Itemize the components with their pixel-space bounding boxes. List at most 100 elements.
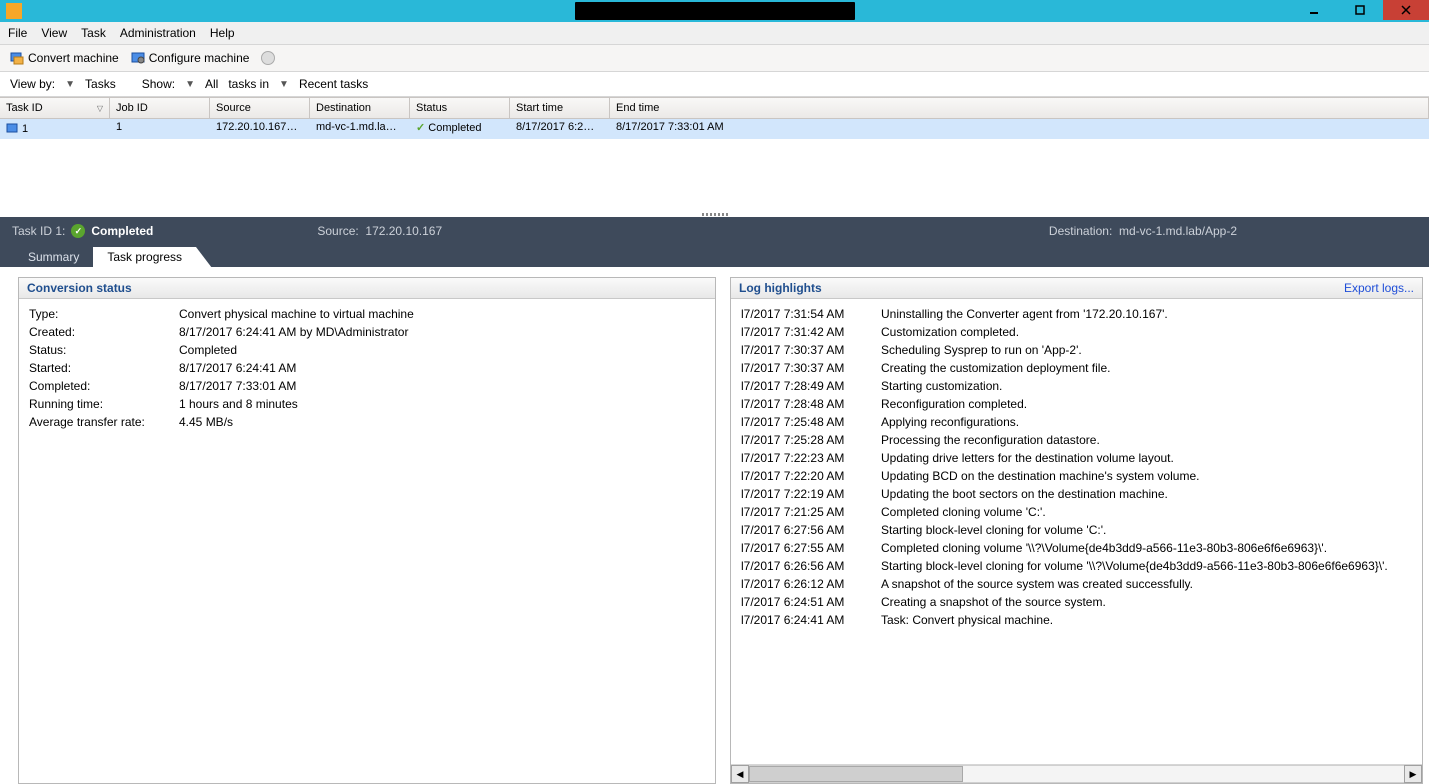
detail-dest-label: Destination: (1049, 224, 1112, 238)
log-entry: l7/2017 6:24:41 AM Task: Convert physical… (731, 611, 1422, 629)
log-entry: l7/2017 6:26:12 AMA snapshot of the sour… (731, 575, 1422, 593)
log-time: l7/2017 6:27:56 AM (741, 523, 851, 537)
horizontal-scrollbar[interactable]: ◀ ▶ (731, 764, 1422, 783)
log-entry: l7/2017 7:31:54 AMUninstalling the Conve… (731, 305, 1422, 323)
export-logs-link[interactable]: Export logs... (1344, 281, 1414, 295)
chevron-down-icon[interactable]: ▼ (185, 79, 195, 90)
log-time: l7/2017 7:28:48 AM (741, 397, 851, 411)
log-list: l7/2017 7:31:54 AMUninstalling the Conve… (731, 299, 1422, 764)
menu-help[interactable]: Help (210, 26, 235, 40)
detail-status: Completed (91, 224, 153, 238)
detail-dest-value: md-vc-1.md.lab/App-2 (1119, 224, 1237, 238)
sort-desc-icon: ▽ (97, 104, 103, 113)
log-entry: l7/2017 7:28:48 AMReconfiguration comple… (731, 395, 1422, 413)
log-highlights-title: Log highlights (739, 281, 822, 295)
task-icon (6, 123, 18, 135)
convert-icon (10, 51, 24, 65)
task-grid-header: Task ID▽ Job ID Source Destination Statu… (0, 97, 1429, 119)
col-source[interactable]: Source (210, 98, 310, 118)
convert-machine-label: Convert machine (28, 51, 119, 65)
log-time: l7/2017 7:25:48 AM (741, 415, 851, 429)
log-message: Updating drive letters for the destinati… (881, 451, 1412, 465)
scroll-thumb[interactable] (749, 766, 963, 782)
col-status[interactable]: Status (410, 98, 510, 118)
chevron-down-icon[interactable]: ▼ (279, 79, 289, 90)
status-complete-icon: ✓ (71, 224, 85, 238)
created-label: Created: (29, 325, 179, 339)
show-value[interactable]: All (205, 77, 218, 91)
log-entry: l7/2017 7:22:20 AM Updating BCD on the de… (731, 467, 1422, 485)
scroll-left-button[interactable]: ◀ (731, 765, 749, 783)
configure-machine-label: Configure machine (149, 51, 250, 65)
window-title (575, 2, 855, 20)
show-label: Show: (142, 77, 175, 91)
log-entry: l7/2017 7:28:49 AM Starting customization… (731, 377, 1422, 395)
minimize-button[interactable] (1291, 0, 1337, 20)
log-time: l7/2017 7:31:42 AM (741, 325, 851, 339)
cell-task-id: 1 (22, 123, 28, 135)
tab-summary[interactable]: Summary (14, 247, 93, 267)
log-entry: l7/2017 6:26:56 AMStarting block-level c… (731, 557, 1422, 575)
titlebar[interactable] (0, 0, 1429, 22)
menu-view[interactable]: View (41, 26, 67, 40)
detail-tabs: Summary Task progress (0, 245, 1429, 267)
log-message: Starting customization. (881, 379, 1412, 393)
log-entry: l7/2017 7:25:28 AMProcessing the reconfi… (731, 431, 1422, 449)
menu-file[interactable]: File (8, 26, 27, 40)
tab-task-progress[interactable]: Task progress (93, 247, 196, 267)
log-message: Updating BCD on the destination machine'… (881, 469, 1412, 483)
task-grid-body: 1 1 172.20.10.167… md-vc-1.md.la… ✓ Comp… (0, 119, 1429, 211)
scroll-track[interactable] (749, 765, 1404, 783)
type-label: Type: (29, 307, 179, 321)
log-message: Creating a snapshot of the source system… (881, 595, 1412, 609)
menu-administration[interactable]: Administration (120, 26, 196, 40)
conversion-status-panel: Conversion status Type:Convert physical … (18, 277, 716, 784)
col-start-time[interactable]: Start time (510, 98, 610, 118)
log-time: l7/2017 7:21:25 AM (741, 505, 851, 519)
log-message: Task: Convert physical machine. (881, 613, 1412, 627)
convert-machine-button[interactable]: Convert machine (10, 51, 119, 65)
log-entry: l7/2017 7:31:42 AM Customization complete… (731, 323, 1422, 341)
log-time: l7/2017 6:27:55 AM (741, 541, 851, 555)
col-task-id[interactable]: Task ID▽ (0, 98, 110, 118)
configure-machine-button[interactable]: Configure machine (131, 51, 250, 65)
log-message: Starting block-level cloning for volume … (881, 523, 1412, 537)
started-label: Started: (29, 361, 179, 375)
log-message: Starting block-level cloning for volume … (881, 559, 1412, 573)
filterbar: View by: ▼ Tasks Show: ▼ All tasks in ▼ … (0, 72, 1429, 97)
detail-source-value: 172.20.10.167 (365, 224, 442, 238)
runtime-label: Running time: (29, 397, 179, 411)
log-time: l7/2017 7:30:37 AM (741, 361, 851, 375)
log-time: l7/2017 6:24:41 AM (741, 613, 851, 627)
status-value: Completed (179, 343, 237, 357)
scroll-right-button[interactable]: ▶ (1404, 765, 1422, 783)
log-time: l7/2017 6:24:51 AM (741, 595, 851, 609)
maximize-button[interactable] (1337, 0, 1383, 20)
log-message: Uninstalling the Converter agent from '1… (881, 307, 1412, 321)
log-message: Customization completed. (881, 325, 1412, 339)
log-entry: l7/2017 7:30:37 AMCreating the customiza… (731, 359, 1422, 377)
menu-task[interactable]: Task (81, 26, 106, 40)
view-by-value[interactable]: Tasks (85, 77, 116, 91)
log-time: l7/2017 7:28:49 AM (741, 379, 851, 393)
log-time: l7/2017 7:22:20 AM (741, 469, 851, 483)
col-job-id[interactable]: Job ID (110, 98, 210, 118)
close-button[interactable] (1383, 0, 1429, 20)
view-by-label: View by: (10, 77, 55, 91)
log-entry: l7/2017 7:22:23 AM Updating drive letters… (731, 449, 1422, 467)
toolbar: Convert machine Configure machine (0, 45, 1429, 72)
log-message: Completed cloning volume 'C:'. (881, 505, 1412, 519)
log-time: l7/2017 7:30:37 AM (741, 343, 851, 357)
log-entry: l7/2017 6:24:51 AM Creating a snapshot of… (731, 593, 1422, 611)
task-row[interactable]: 1 1 172.20.10.167… md-vc-1.md.la… ✓ Comp… (0, 119, 1429, 139)
recent-tasks-value[interactable]: Recent tasks (299, 77, 368, 91)
chevron-down-icon[interactable]: ▼ (65, 79, 75, 90)
col-destination[interactable]: Destination (310, 98, 410, 118)
check-icon: ✓ (416, 122, 425, 134)
log-entry: l7/2017 7:25:48 AMApplying reconfigurati… (731, 413, 1422, 431)
status-label: Status: (29, 343, 179, 357)
app-icon (6, 3, 22, 19)
log-message: Scheduling Sysprep to run on 'App-2'. (881, 343, 1412, 357)
col-end-time[interactable]: End time (610, 98, 1429, 118)
log-time: l7/2017 7:22:23 AM (741, 451, 851, 465)
